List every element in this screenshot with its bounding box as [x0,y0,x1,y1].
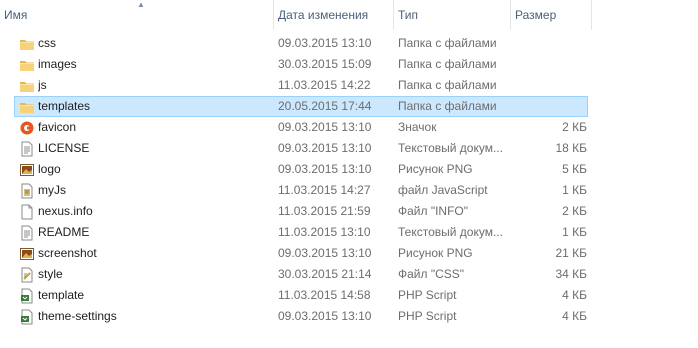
file-row[interactable]: nexus.info 11.03.2015 21:59 Файл "INFO" 2 К… [14,201,588,222]
file-date: 09.03.2015 13:10 [278,120,372,134]
file-size: 4 КБ [562,309,587,323]
file-row[interactable]: favicon 09.03.2015 13:10 Значок 2 КБ [14,117,588,138]
image-file-icon [19,246,35,262]
file-name: nexus.info [38,204,93,218]
file-type: Папка с файлами [398,99,497,113]
column-header-type[interactable]: Тип [394,0,510,30]
file-date: 30.03.2015 21:14 [278,267,372,281]
file-size: 5 КБ [562,162,587,176]
file-row[interactable]: images 30.03.2015 15:09 Папка с файлами [14,54,588,75]
file-type: Папка с файлами [398,57,497,71]
file-name: css [38,36,56,50]
file-name: js [38,78,47,92]
file-row[interactable]: logo 09.03.2015 13:10 Рисунок PNG 5 КБ [14,159,588,180]
file-size: 1 КБ [562,183,587,197]
file-name: screenshot [38,246,97,260]
file-row[interactable]: templates 20.05.2015 17:44 Папка с файлами [14,96,588,117]
file-type: Рисунок PNG [398,162,473,176]
column-divider[interactable] [591,0,592,30]
file-name: style [38,267,63,281]
file-row[interactable]: LICENSE 09.03.2015 13:10 Текстовый докум..… [14,138,588,159]
file-name: logo [38,162,61,176]
folder-icon [19,36,35,52]
favicon-icon [19,120,35,136]
file-name: theme-settings [38,309,117,323]
file-date: 11.03.2015 14:58 [278,288,371,302]
file-name: LICENSE [38,141,90,155]
file-name: favicon [38,120,77,134]
file-size: 1 КБ [562,225,587,239]
file-date: 11.03.2015 14:22 [278,78,371,92]
file-size: 4 КБ [562,288,587,302]
folder-icon [19,57,35,73]
file-date: 30.03.2015 15:09 [278,57,372,71]
css-file-icon [19,267,35,283]
file-row[interactable]: template 11.03.2015 14:58 PHP Script 4 КБ [14,285,588,306]
file-type: PHP Script [398,309,457,323]
file-size: 18 КБ [555,141,587,155]
column-header-size[interactable]: Размер [511,0,591,30]
file-size: 2 КБ [562,120,587,134]
file-row[interactable]: css 09.03.2015 13:10 Папка с файлами [14,33,588,54]
file-date: 11.03.2015 13:10 [278,225,371,239]
file-date: 11.03.2015 21:59 [278,204,371,218]
file-date: 09.03.2015 13:10 [278,162,372,176]
php-file-icon [19,288,35,304]
file-type: Значок [398,120,437,134]
file-type: Текстовый докум... [398,141,503,155]
file-type: Файл "CSS" [398,267,465,281]
file-date: 09.03.2015 13:10 [278,246,372,260]
blank-file-icon [19,204,35,220]
column-header-date[interactable]: Дата изменения [274,0,393,30]
file-name: README [38,225,90,239]
sort-ascending-icon: ▲ [137,0,145,9]
file-size: 2 КБ [562,204,587,218]
file-size: 21 КБ [555,246,587,260]
file-size [513,97,587,116]
file-size [513,76,587,95]
file-row[interactable]: theme-settings 09.03.2015 13:10 PHP Script… [14,306,588,327]
file-size [513,55,587,74]
file-date: 20.05.2015 17:44 [278,99,372,113]
file-name: images [38,57,77,71]
file-date: 11.03.2015 14:27 [278,183,371,197]
file-name: template [38,288,85,302]
folder-icon [19,78,35,94]
file-date: 09.03.2015 13:10 [278,36,372,50]
column-header-bar: Имя ▲ Дата изменения Тип Размер [0,0,698,30]
file-type: Папка с файлами [398,36,497,50]
file-type: Текстовый докум... [398,225,503,239]
file-row[interactable]: README 11.03.2015 13:10 Текстовый докум...… [14,222,588,243]
file-type: Папка с файлами [398,78,497,92]
file-type: PHP Script [398,288,457,302]
file-type: Файл "INFO" [398,204,469,218]
file-size [513,34,587,53]
file-date: 09.03.2015 13:10 [278,309,372,323]
file-name: myJs [38,183,66,197]
text-file-icon [19,141,35,157]
file-row[interactable]: js 11.03.2015 14:22 Папка с файлами [14,75,588,96]
file-type: файл JavaScript [398,183,488,197]
file-size: 34 КБ [555,267,587,281]
file-date: 09.03.2015 13:10 [278,141,372,155]
image-file-icon [19,162,35,178]
file-name: templates [38,99,91,113]
javascript-file-icon [19,183,35,199]
file-row[interactable]: style 30.03.2015 21:14 Файл "CSS" 34 КБ [14,264,588,285]
php-file-icon [19,309,35,325]
folder-icon [19,99,35,115]
text-file-icon [19,225,35,241]
file-type: Рисунок PNG [398,246,473,260]
file-row[interactable]: screenshot 09.03.2015 13:10 Рисунок PNG 21 … [14,243,588,264]
file-row[interactable]: myJs 11.03.2015 14:27 файл JavaScript 1 КБ [14,180,588,201]
